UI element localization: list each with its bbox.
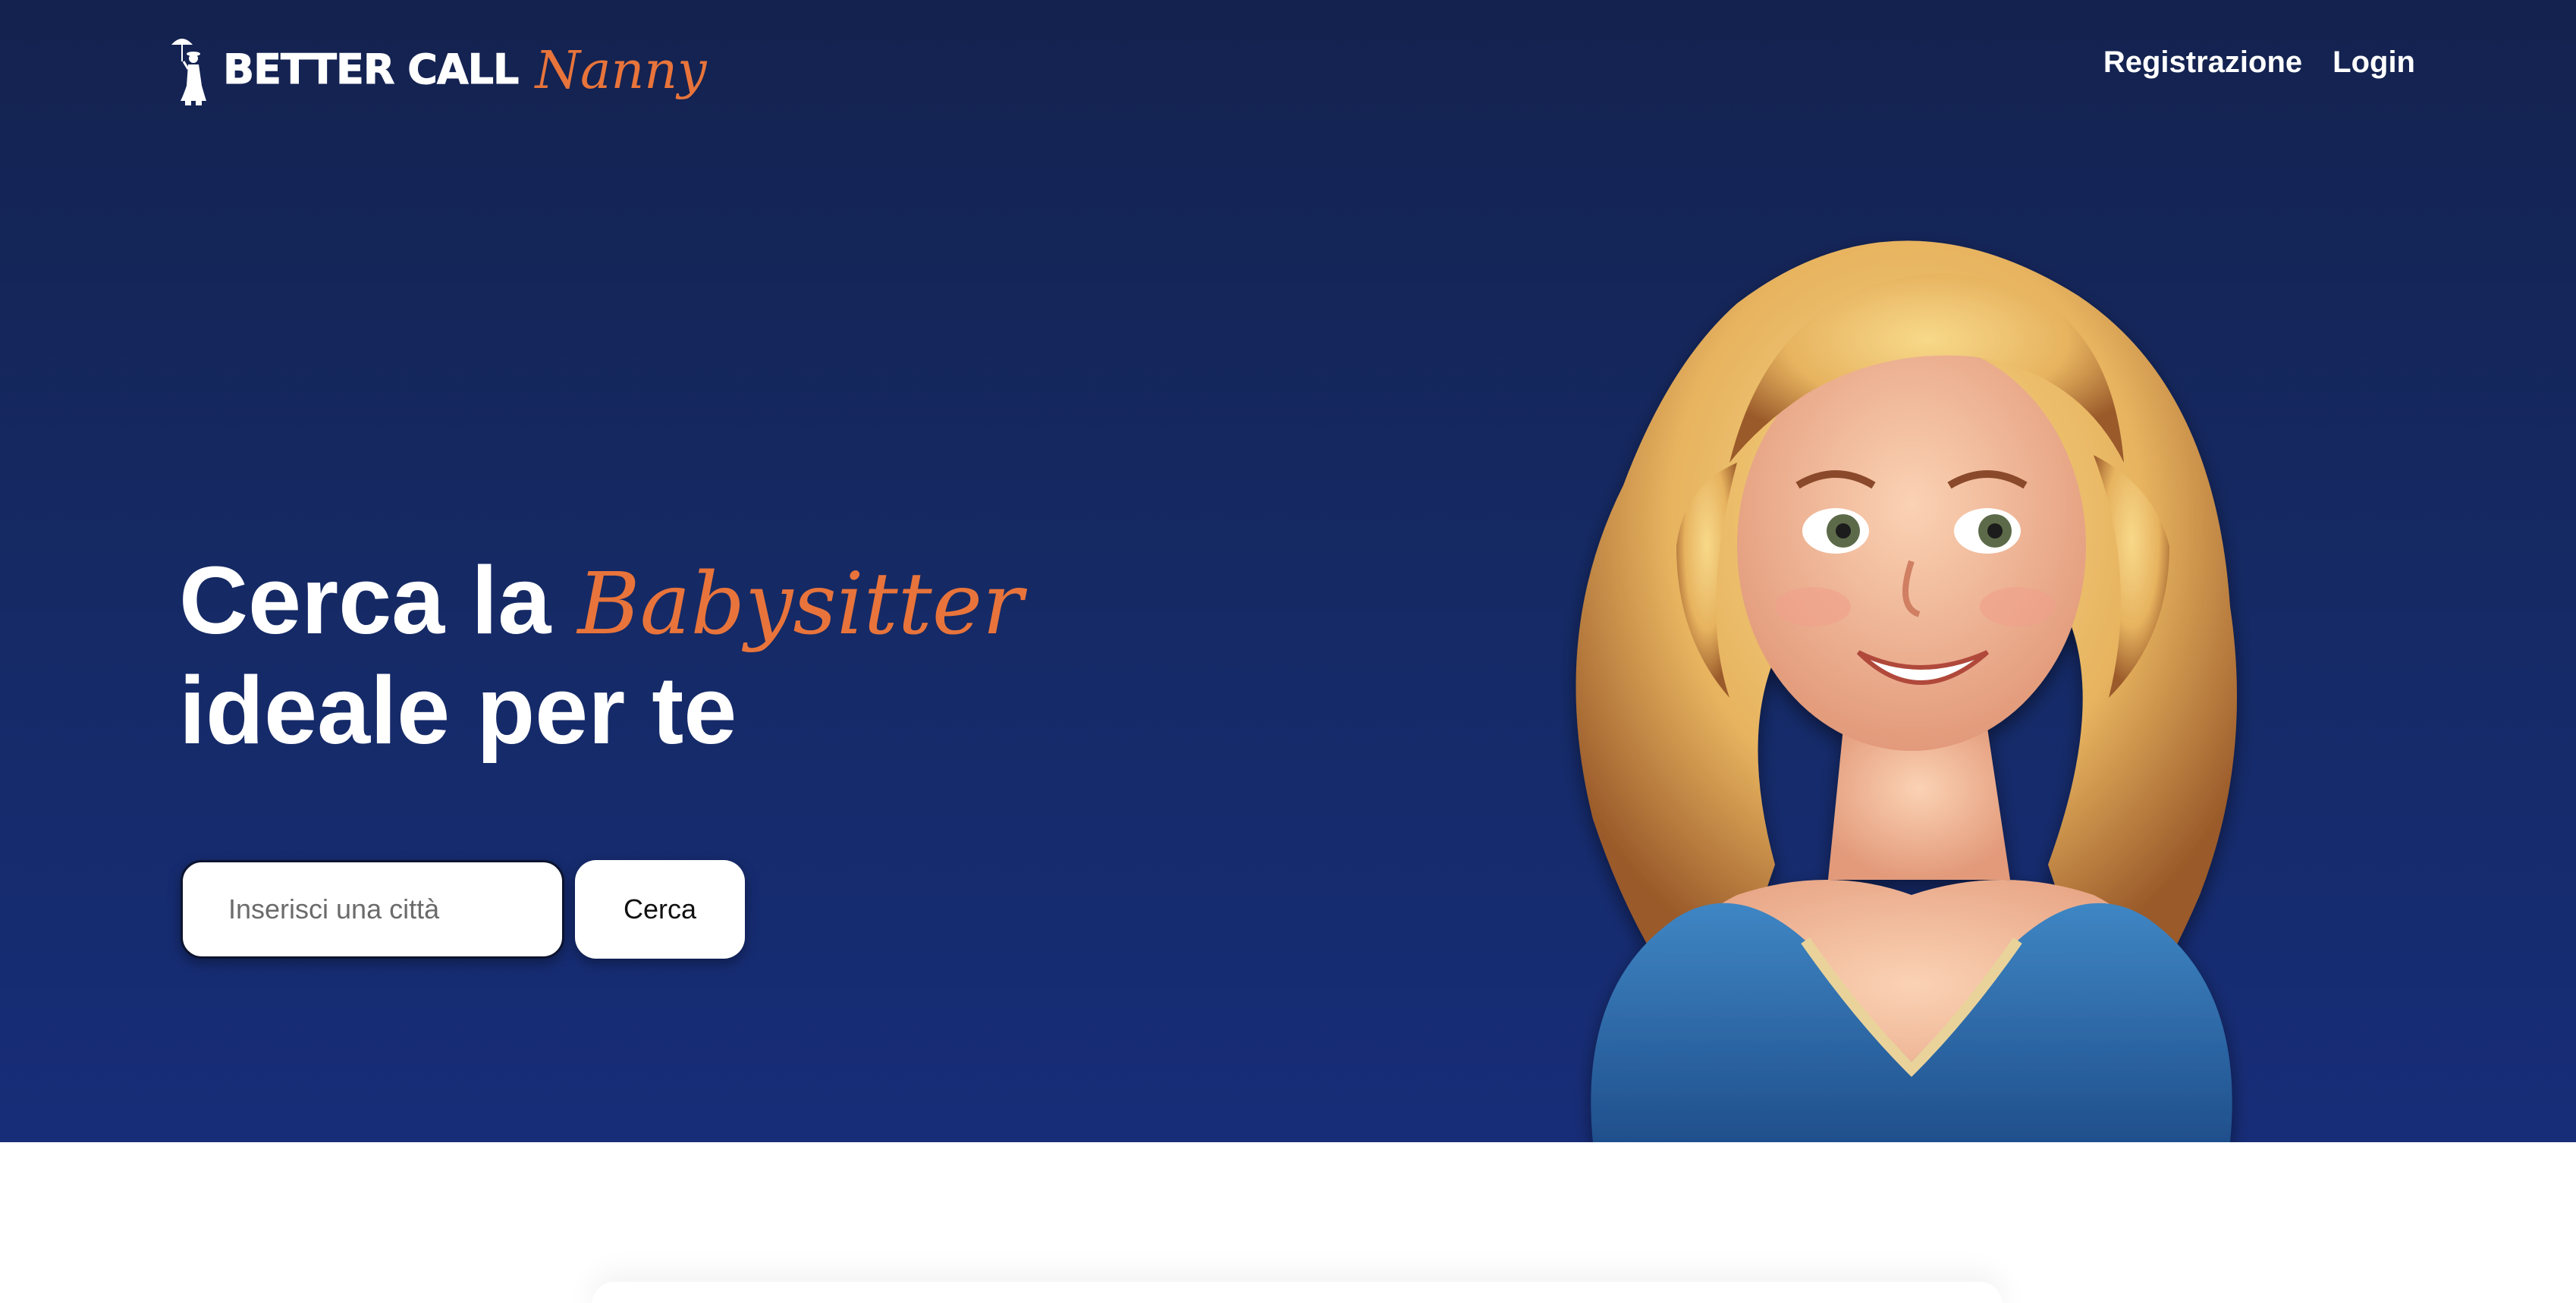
nav-links: Registrazione Login <box>2103 46 2415 80</box>
headline-line2: ideale per te <box>179 657 737 764</box>
nav-link-registrazione[interactable]: Registrazione <box>2103 46 2302 80</box>
navbar: BETTER CALL Nanny Registrazione Login <box>0 0 2576 137</box>
brand-logo[interactable]: BETTER CALL Nanny <box>168 27 707 111</box>
content-card <box>592 1282 2003 1303</box>
headline-accent: Babysitter <box>577 555 1023 654</box>
search-form: Cerca <box>181 860 745 959</box>
search-button[interactable]: Cerca <box>575 860 745 959</box>
headline-prefix: Cerca la <box>179 547 551 654</box>
content-section <box>0 1142 2576 1303</box>
brand-name-script: Nanny <box>535 40 707 101</box>
brand-name-bold: BETTER CALL <box>222 45 519 93</box>
nav-link-login[interactable]: Login <box>2333 46 2415 80</box>
hero-section: BETTER CALL Nanny Registrazione Login Ce… <box>0 0 2576 1142</box>
city-search-input[interactable] <box>181 860 564 959</box>
page: BETTER CALL Nanny Registrazione Login Ce… <box>0 0 2576 1303</box>
nanny-umbrella-icon <box>171 39 206 105</box>
babysitter-illustration <box>1575 240 2237 1142</box>
hero-headline: Cerca la Babysitter ideale per te <box>179 548 1023 764</box>
